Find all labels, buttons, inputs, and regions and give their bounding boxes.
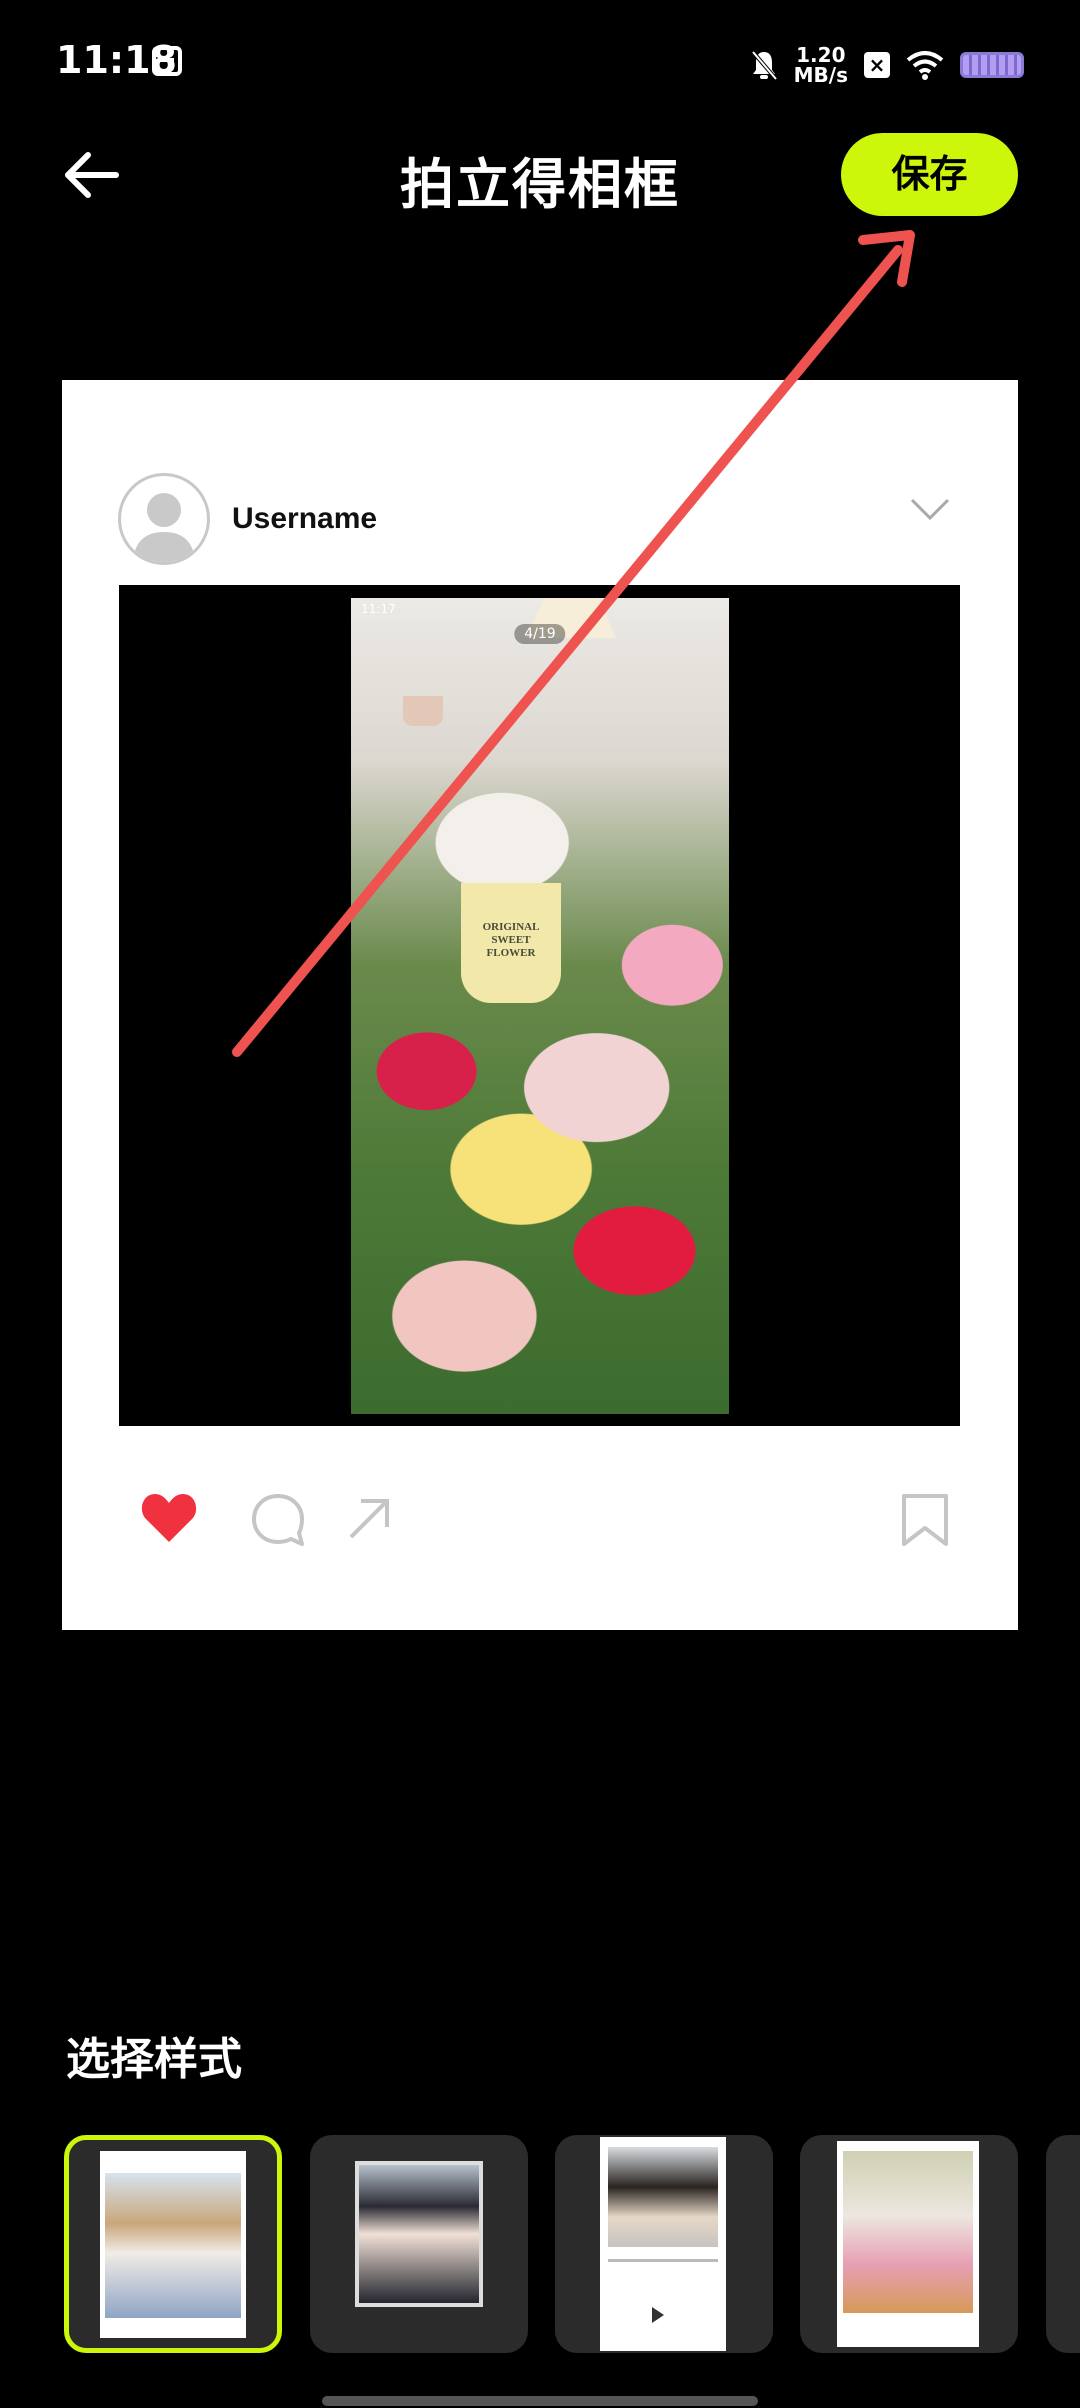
home-indicator <box>322 2396 758 2406</box>
thumb-image <box>359 2165 479 2303</box>
style-option-instagram[interactable] <box>64 2135 282 2353</box>
thumb-image <box>105 2173 241 2318</box>
thumb-play-icon <box>652 2307 664 2323</box>
thumb-paper <box>100 2151 246 2338</box>
comment-icon[interactable] <box>250 1492 306 1548</box>
thumb-paper <box>355 2161 483 2307</box>
style-option-film[interactable] <box>310 2135 528 2353</box>
thumb-image <box>843 2151 973 2313</box>
bookmark-icon[interactable] <box>900 1492 950 1548</box>
share-arrow-icon[interactable] <box>345 1495 393 1543</box>
thumb-paper <box>837 2141 979 2347</box>
style-list <box>64 2135 1080 2353</box>
thumb-image <box>608 2147 718 2247</box>
annotation-arrow <box>232 230 915 1057</box>
style-option-classic-polaroid[interactable] <box>800 2135 1018 2353</box>
thumb-progress-bar <box>608 2259 718 2262</box>
style-option-more[interactable] <box>1046 2135 1080 2353</box>
section-title-styles: 选择样式 <box>66 2034 242 2085</box>
style-option-music-player[interactable] <box>555 2135 773 2353</box>
heart-icon[interactable] <box>140 1490 198 1544</box>
thumb-paper <box>600 2137 726 2351</box>
